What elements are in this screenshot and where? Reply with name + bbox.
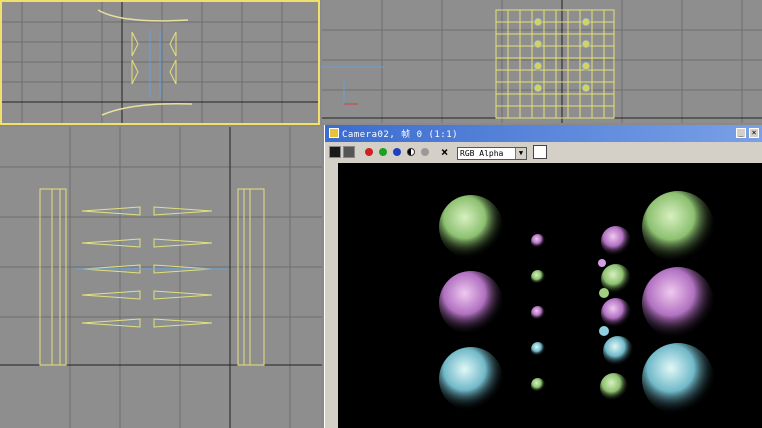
render-toolbar: × RGB Alpha ▼	[325, 142, 762, 162]
app-icon	[329, 128, 339, 138]
left-viewport-scene	[0, 127, 322, 428]
save-icon[interactable]	[329, 146, 341, 158]
channel-select[interactable]: RGB Alpha ▼	[457, 147, 527, 160]
color-swatch[interactable]	[533, 145, 547, 159]
window-title-bar[interactable]: Camera02, 帧 0 (1:1) _ ×	[325, 125, 762, 142]
monochrome-icon[interactable]	[407, 148, 415, 156]
clone-icon[interactable]	[343, 146, 355, 158]
blue-channel-icon[interactable]	[393, 148, 401, 156]
window-title: Camera02, 帧 0 (1:1)	[342, 130, 459, 140]
red-channel-icon[interactable]	[365, 148, 373, 156]
minimize-icon[interactable]: _	[736, 128, 746, 138]
clear-icon[interactable]: ×	[441, 146, 453, 158]
viewport-front[interactable]	[322, 0, 762, 123]
close-icon[interactable]: ×	[749, 128, 759, 138]
viewport-left[interactable]	[0, 127, 322, 428]
front-viewport-scene	[322, 0, 762, 123]
rendered-frame-window[interactable]: Camera02, 帧 0 (1:1) _ × × RGB Alpha ▼	[324, 125, 762, 428]
rendered-image	[439, 191, 714, 415]
viewport-top[interactable]	[0, 0, 320, 125]
channel-select-value: RGB Alpha	[460, 149, 504, 158]
top-viewport-scene	[2, 2, 318, 123]
green-channel-icon[interactable]	[379, 148, 387, 156]
axis-gizmo-icon	[343, 82, 358, 105]
alpha-channel-icon[interactable]	[421, 148, 429, 156]
chevron-down-icon: ▼	[515, 148, 526, 159]
render-canvas	[338, 163, 762, 428]
